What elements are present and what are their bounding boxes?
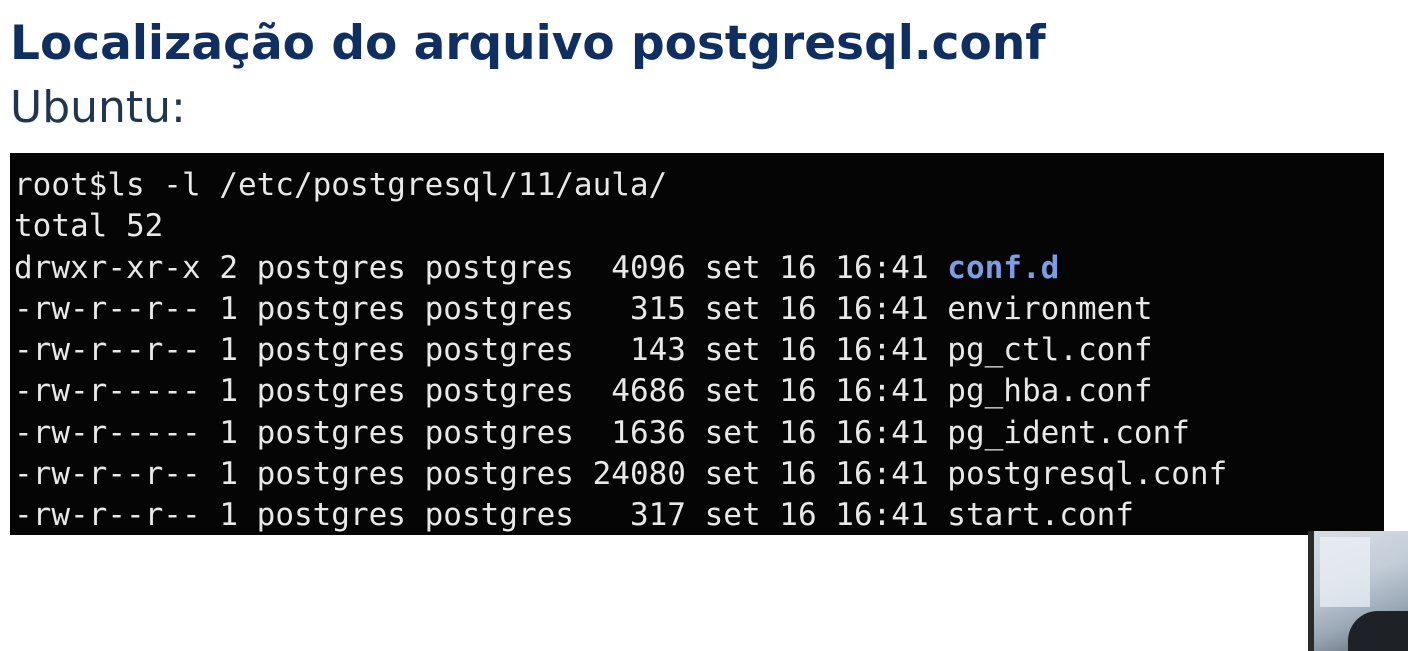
file-time: 16:41: [835, 456, 929, 493]
file-links: 1: [219, 414, 238, 451]
terminal-command-line: root$ls -l /etc/postgresql/11/aula/: [14, 167, 668, 203]
file-owner: postgres: [256, 249, 406, 286]
file-size: 1636: [592, 414, 686, 451]
file-month: set: [704, 290, 761, 327]
file-day: 16: [779, 497, 817, 534]
file-permissions: -rw-r--r--: [14, 456, 201, 493]
file-size: 24080: [592, 456, 686, 493]
file-month: set: [704, 456, 761, 493]
file-owner: postgres: [256, 332, 406, 369]
file-time: 16:41: [835, 290, 929, 327]
file-name: pg_ident.conf: [947, 414, 1190, 451]
file-permissions: drwxr-xr-x: [14, 249, 201, 286]
file-name: pg_hba.conf: [947, 373, 1153, 410]
file-month: set: [704, 249, 761, 286]
file-day: 16: [779, 456, 817, 493]
file-entry-row: -rw-r--r-- 1 postgres postgres 315 set 1…: [14, 289, 1384, 330]
file-links: 1: [219, 497, 238, 534]
file-group: postgres: [424, 249, 574, 286]
terminal-total-line: total 52: [14, 208, 164, 245]
directory-name: conf.d: [947, 249, 1060, 286]
file-owner: postgres: [256, 373, 406, 410]
slide-title: Localização do arquivo postgresql.conf: [10, 16, 1046, 71]
file-name: pg_ctl.conf: [947, 332, 1153, 369]
file-links: 1: [219, 290, 238, 327]
file-entry-row: drwxr-xr-x 2 postgres postgres 4096 set …: [14, 248, 1384, 289]
file-month: set: [704, 373, 761, 410]
file-links: 2: [219, 249, 238, 286]
file-month: set: [704, 414, 761, 451]
file-name: environment: [947, 290, 1153, 327]
file-owner: postgres: [256, 497, 406, 534]
webcam-background: [1320, 537, 1370, 607]
file-name: start.conf: [947, 497, 1134, 534]
file-day: 16: [779, 290, 817, 327]
file-time: 16:41: [835, 414, 929, 451]
file-day: 16: [779, 249, 817, 286]
file-entry-row: -rw-r--r-- 1 postgres postgres 24080 set…: [14, 454, 1384, 495]
file-time: 16:41: [835, 497, 929, 534]
file-group: postgres: [424, 414, 574, 451]
file-group: postgres: [424, 456, 574, 493]
file-day: 16: [779, 332, 817, 369]
file-time: 16:41: [835, 332, 929, 369]
file-entry-row: -rw-r--r-- 1 postgres postgres 143 set 1…: [14, 330, 1384, 371]
file-size: 143: [592, 332, 686, 369]
file-size: 317: [592, 497, 686, 534]
file-permissions: -rw-r--r--: [14, 497, 201, 534]
file-day: 16: [779, 373, 817, 410]
file-entry-row: -rw-r----- 1 postgres postgres 1636 set …: [14, 413, 1384, 454]
file-group: postgres: [424, 290, 574, 327]
file-group: postgres: [424, 497, 574, 534]
file-size: 4686: [592, 373, 686, 410]
file-group: postgres: [424, 373, 574, 410]
file-entry-row: -rw-r--r-- 1 postgres postgres 317 set 1…: [14, 495, 1384, 535]
file-owner: postgres: [256, 456, 406, 493]
file-permissions: -rw-r--r--: [14, 332, 201, 369]
terminal-output: root$ls -l /etc/postgresql/11/aula/ tota…: [10, 153, 1384, 535]
file-entry-row: -rw-r----- 1 postgres postgres 4686 set …: [14, 371, 1384, 412]
file-links: 1: [219, 456, 238, 493]
file-owner: postgres: [256, 414, 406, 451]
slide-subtitle: Ubuntu:: [10, 82, 186, 133]
file-links: 1: [219, 332, 238, 369]
file-owner: postgres: [256, 290, 406, 327]
file-size: 4096: [592, 249, 686, 286]
file-listing: drwxr-xr-x 2 postgres postgres 4096 set …: [14, 248, 1384, 535]
file-time: 16:41: [835, 373, 929, 410]
file-month: set: [704, 497, 761, 534]
webcam-frame-edge: [1308, 531, 1314, 651]
file-links: 1: [219, 373, 238, 410]
webcam-overlay: [1308, 531, 1408, 651]
file-permissions: -rw-r-----: [14, 414, 201, 451]
file-month: set: [704, 332, 761, 369]
file-group: postgres: [424, 332, 574, 369]
webcam-presenter: [1348, 611, 1408, 651]
file-day: 16: [779, 414, 817, 451]
file-name: postgresql.conf: [947, 456, 1228, 493]
file-size: 315: [592, 290, 686, 327]
file-permissions: -rw-r-----: [14, 373, 201, 410]
file-time: 16:41: [835, 249, 929, 286]
file-permissions: -rw-r--r--: [14, 290, 201, 327]
